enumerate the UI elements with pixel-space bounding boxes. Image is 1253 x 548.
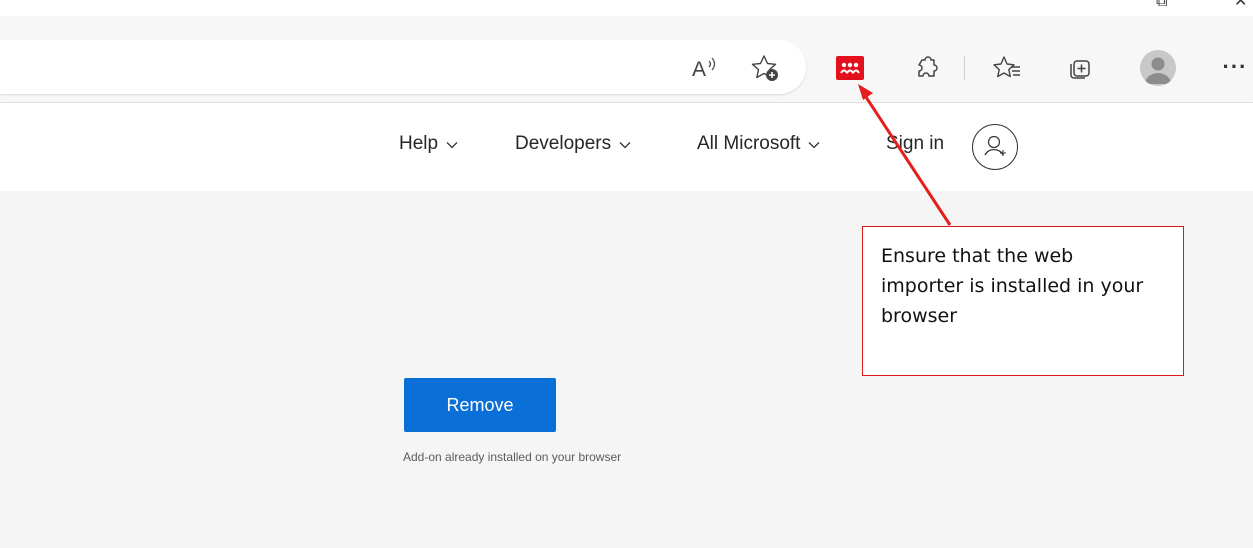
- remove-button[interactable]: Remove: [404, 378, 556, 432]
- nav-developers-label: Developers: [515, 133, 612, 154]
- add-favorite-icon[interactable]: [748, 52, 782, 84]
- chevron-down-icon: [808, 133, 820, 155]
- favorites-icon[interactable]: [990, 52, 1024, 84]
- collections-icon[interactable]: [1063, 52, 1097, 84]
- profile-avatar-icon[interactable]: [1140, 50, 1176, 86]
- nav-all-microsoft[interactable]: All Microsoft: [697, 133, 820, 155]
- nav-help-label: Help: [399, 133, 439, 154]
- chevron-down-icon: [446, 133, 458, 155]
- toolbar-divider: [964, 56, 965, 80]
- address-bar[interactable]: [0, 40, 806, 94]
- more-icon[interactable]: ···: [1218, 52, 1252, 82]
- nav-developers[interactable]: Developers: [515, 133, 631, 155]
- annotation-callout: Ensure that the web importer is installe…: [862, 226, 1184, 376]
- sign-in-avatar-icon[interactable]: [972, 124, 1018, 170]
- installed-note: Add-on already installed on your browser: [403, 450, 622, 464]
- nav-help[interactable]: Help: [399, 133, 458, 155]
- read-aloud-icon[interactable]: A: [688, 54, 722, 82]
- close-icon[interactable]: ✕: [1234, 0, 1247, 10]
- sign-in-label: Sign in: [886, 133, 945, 154]
- callout-text: Ensure that the web importer is installe…: [881, 245, 1144, 327]
- site-header: Help Developers All Microsoft Sign in: [0, 103, 1253, 191]
- sign-in-link[interactable]: Sign in: [886, 133, 944, 155]
- window-title-strip: ⧉ ✕: [0, 0, 1253, 16]
- nav-all-microsoft-label: All Microsoft: [697, 133, 801, 154]
- svg-text:A: A: [692, 58, 706, 81]
- extensions-icon[interactable]: [910, 52, 944, 84]
- browser-toolbar: A ···: [0, 16, 1253, 103]
- mendeley-extension-icon[interactable]: [836, 56, 864, 80]
- restore-icon[interactable]: ⧉: [1156, 0, 1167, 10]
- chevron-down-icon: [619, 133, 631, 155]
